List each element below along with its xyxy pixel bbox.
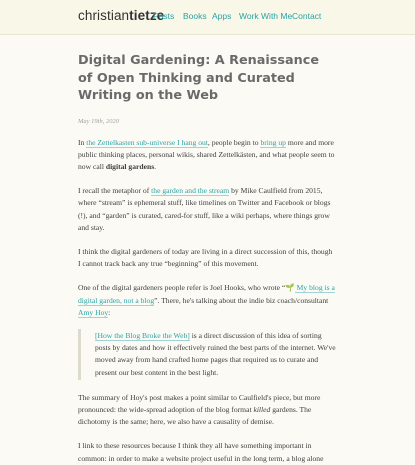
paragraph-1: In the Zettelkasten sub-universe I hang … [78,137,336,174]
article-title: Digital Gardening: A Renaissance of Open… [78,53,320,103]
paragraph-2: I recall the metaphor of the garden and … [78,185,336,234]
quote-paragraph: [How the Blog Broke the Web] is a direct… [95,330,336,379]
blog-broke-web-link[interactable]: [How the Blog Broke the Web] [95,330,190,341]
paragraph-6: I link to these resources because I thin… [78,441,324,463]
bring-up-link[interactable]: bring up [260,137,286,148]
article-date: May 19th, 2020 [78,117,119,125]
p1-text-2: , people begin to [207,137,261,147]
garden-stream-link[interactable]: the garden and the stream [151,186,230,197]
killed-emphasis: killed [253,404,271,414]
seedling-icon: 🌱 [285,283,295,293]
digital-gardens-strong: digital gardens [105,161,155,171]
paragraph-3: I think the digital gardeners of today a… [78,246,333,269]
article: Digital Gardening: A Renaissance of Open… [78,52,336,465]
p1-text-4: . [154,161,157,171]
site-header: christiantietze Posts Books Apps Work Wi… [0,0,415,35]
zettelkasten-link[interactable]: the Zettelkasten sub-universe I hang out [86,137,208,148]
site-logo[interactable]: christiantietze [78,8,164,23]
amy-hoy-link[interactable]: Amy Hoy [78,307,109,318]
nav-books[interactable]: Books [183,11,207,21]
nav-apps[interactable]: Apps [212,11,231,21]
nav-contact[interactable]: Contact [292,11,321,21]
logo-light-text: christian [78,8,130,23]
nav-work-with-me[interactable]: Work With Me [239,11,292,21]
p4-text-1: One of the digital gardeners people refe… [78,283,286,293]
nav-posts[interactable]: Posts [153,11,174,21]
paragraph-4: One of the digital gardeners people refe… [78,282,336,319]
p2-text-1: I recall the metaphor of [78,186,152,196]
p1-text-1: In [78,137,87,147]
p4-text-2: ”. There, he's talking about the indie b… [154,295,329,305]
blockquote: [How the Blog Broke the Web] is a direct… [78,328,336,380]
paragraph-5: The summary of Hoy's post makes a point … [78,392,336,429]
p4-text-3: : [108,307,111,317]
